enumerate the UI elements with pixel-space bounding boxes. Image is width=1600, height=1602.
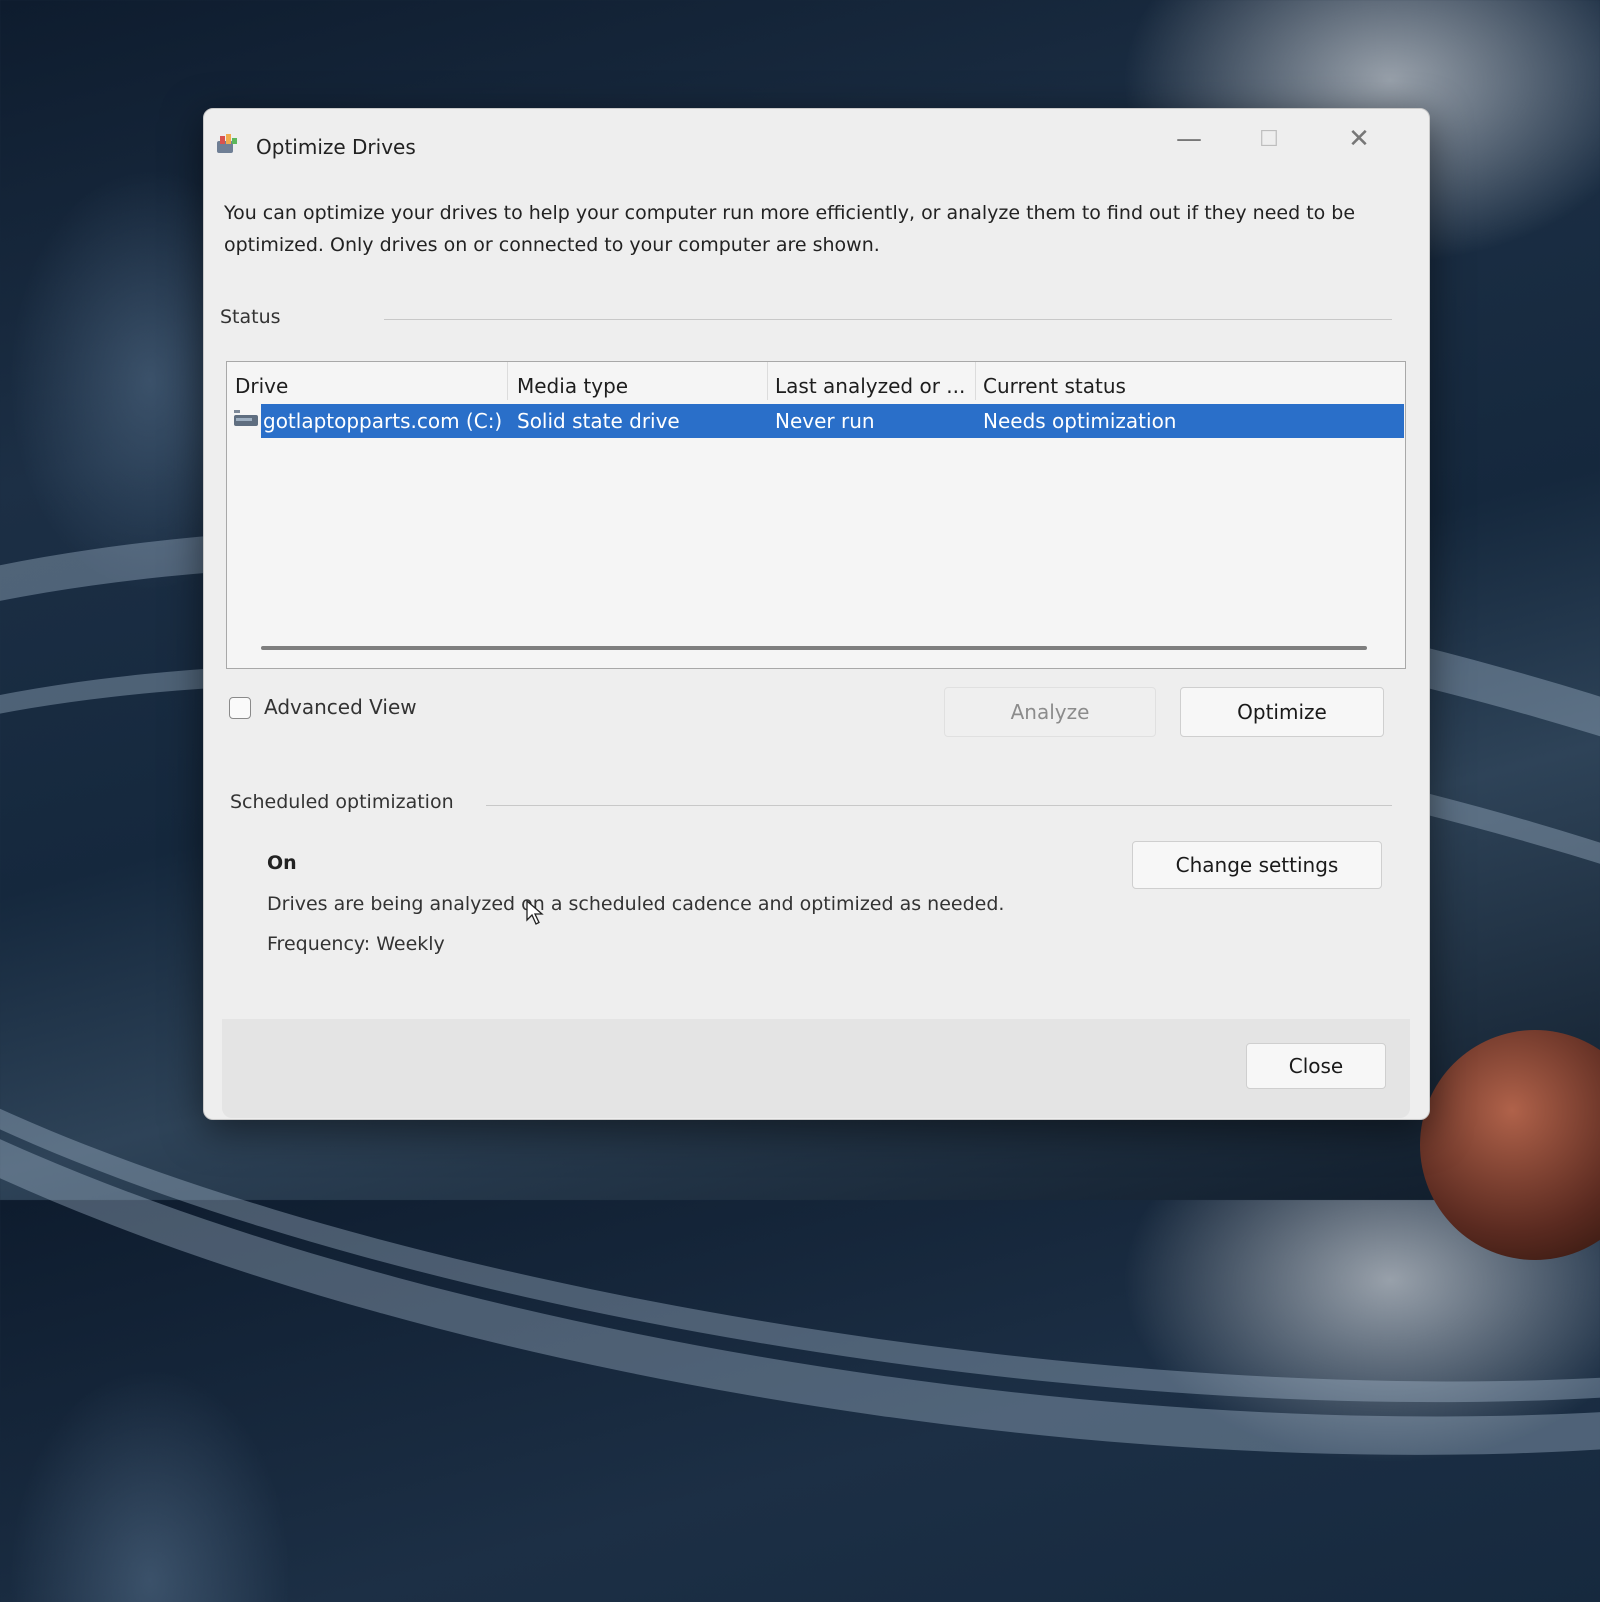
schedule-description: Drives are being analyzed on a scheduled… — [267, 893, 1005, 915]
optimize-button[interactable]: Optimize — [1180, 687, 1384, 737]
intro-text: You can optimize your drives to help you… — [224, 202, 1356, 256]
defrag-app-icon — [217, 134, 237, 153]
scheduled-separator — [486, 805, 1392, 806]
dialog-footer: Close — [222, 1019, 1410, 1118]
schedule-frequency: Frequency: Weekly — [267, 933, 445, 955]
minimize-button[interactable]: — — [1154, 119, 1224, 159]
column-divider[interactable] — [975, 362, 976, 400]
current-status-cell: Needs optimization — [983, 409, 1177, 433]
drives-list[interactable]: Drive Media type Last analyzed or ... Cu… — [226, 361, 1406, 669]
column-header-drive[interactable]: Drive — [235, 374, 288, 398]
optimize-drives-window: Optimize Drives — ☐ ✕ You can optimize y… — [203, 108, 1430, 1120]
schedule-state: On — [267, 852, 297, 874]
column-divider[interactable] — [507, 362, 508, 400]
advanced-view-checkbox[interactable] — [229, 697, 251, 719]
column-header-last-analyzed[interactable]: Last analyzed or ... — [775, 374, 965, 398]
close-icon: ✕ — [1348, 124, 1370, 154]
column-divider[interactable] — [767, 362, 768, 400]
media-type-cell: Solid state drive — [517, 409, 680, 433]
change-settings-button[interactable]: Change settings — [1132, 841, 1382, 889]
window-title: Optimize Drives — [256, 135, 416, 159]
maximize-button: ☐ — [1234, 119, 1304, 159]
advanced-view-label[interactable]: Advanced View — [264, 695, 417, 719]
scheduled-section-label: Scheduled optimization — [230, 791, 454, 813]
last-analyzed-cell: Never run — [775, 409, 875, 433]
table-row[interactable]: gotlaptopparts.com (C:) Solid state driv… — [261, 404, 1404, 438]
close-button[interactable]: Close — [1246, 1043, 1386, 1089]
maximize-icon: ☐ — [1259, 126, 1279, 152]
horizontal-scrollbar[interactable] — [261, 646, 1367, 650]
mouse-cursor-icon — [526, 900, 544, 925]
drive-name-cell: gotlaptopparts.com (C:) — [263, 409, 503, 433]
drive-icon — [234, 410, 258, 426]
column-header-current-status[interactable]: Current status — [983, 374, 1126, 398]
column-header-media-type[interactable]: Media type — [517, 374, 628, 398]
status-section-label: Status — [220, 306, 281, 328]
analyze-button[interactable]: Analyze — [944, 687, 1156, 737]
status-separator — [384, 319, 1392, 320]
close-window-button[interactable]: ✕ — [1324, 119, 1394, 159]
title-bar[interactable]: Optimize Drives — ☐ ✕ — [204, 109, 1429, 169]
minimize-icon: — — [1176, 124, 1202, 154]
